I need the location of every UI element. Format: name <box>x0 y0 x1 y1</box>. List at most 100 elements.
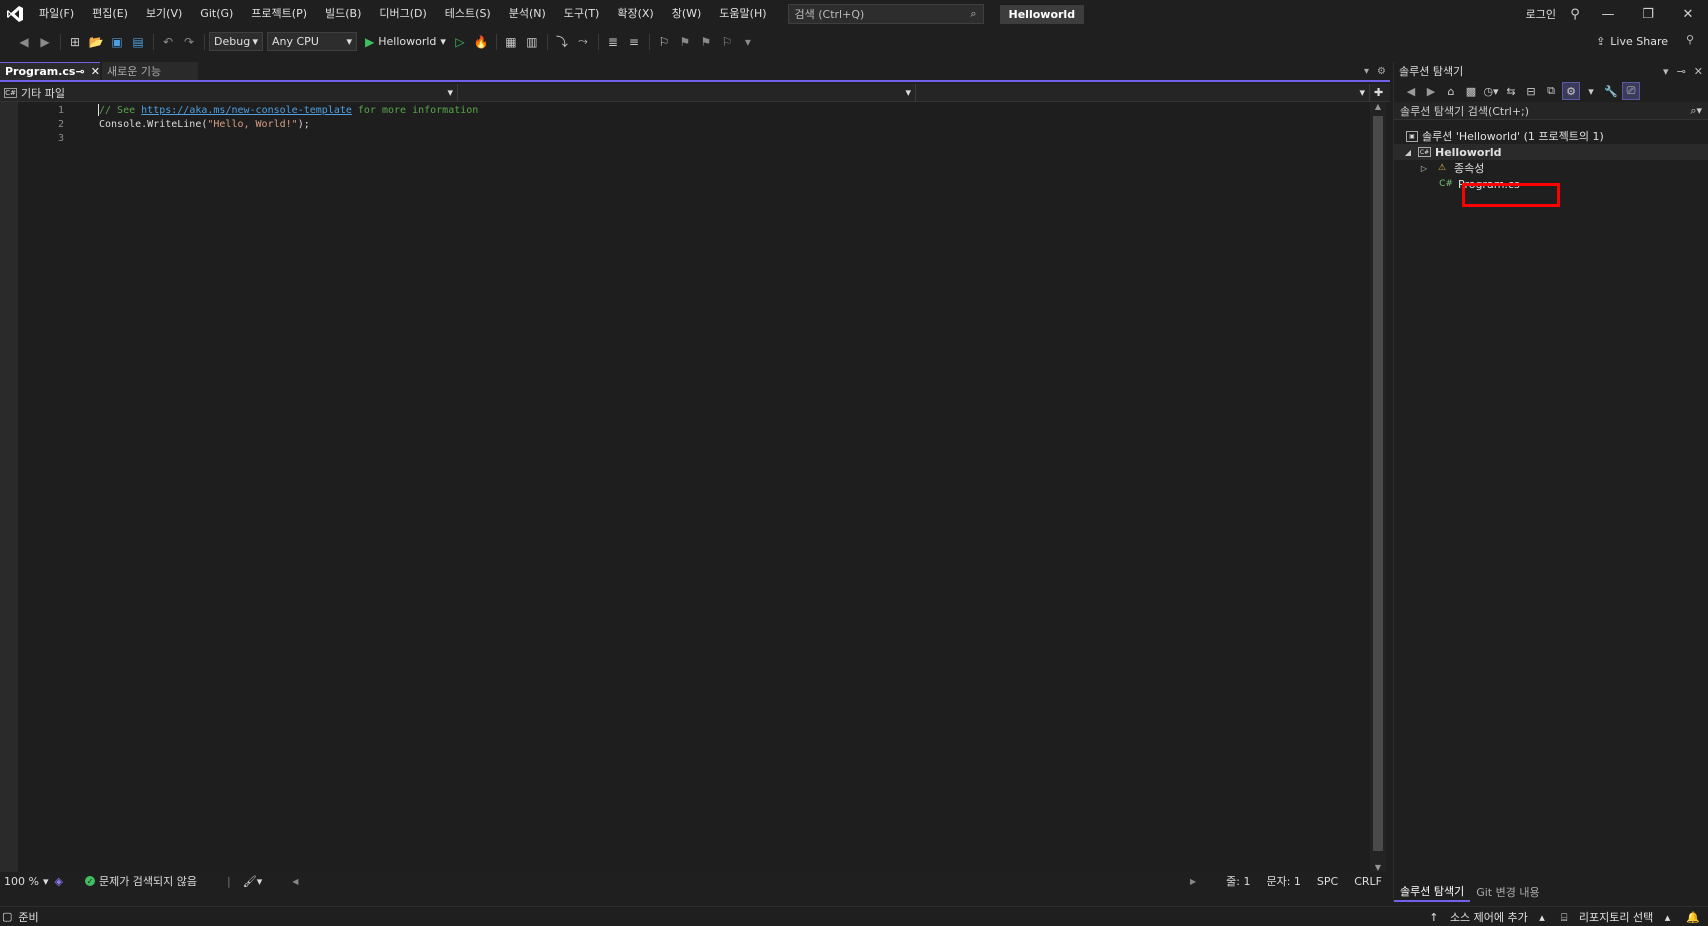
intellicode-icon[interactable]: ◈ <box>54 875 62 888</box>
menu-help[interactable]: 도움말(H) <box>710 0 775 28</box>
step-over-icon[interactable]: ⤳ <box>573 32 593 52</box>
restore-button[interactable]: ❐ <box>1628 0 1668 28</box>
close-icon[interactable]: ✕ <box>1694 65 1703 78</box>
home-icon[interactable]: ⌂ <box>1442 82 1460 100</box>
whitespace-indicator[interactable]: SPC <box>1309 875 1346 888</box>
pin-icon[interactable]: ⊸ <box>1677 65 1686 78</box>
line-ending-indicator[interactable]: CRLF <box>1346 875 1390 888</box>
bookmark-icon[interactable]: ⚐ <box>654 32 674 52</box>
chevron-down-icon[interactable]: ▾ <box>1582 82 1600 100</box>
layout-icon[interactable]: ▥ <box>522 32 542 52</box>
solution-explorer-search[interactable]: 솔루션 탐색기 검색(Ctrl+;) ⌕▾ <box>1394 102 1708 120</box>
close-icon[interactable]: ✕ <box>91 65 100 78</box>
forward-icon[interactable]: ▶ <box>1422 82 1440 100</box>
previous-bookmark-icon[interactable]: ⚑ <box>675 32 695 52</box>
scroll-left-icon[interactable]: ◀ <box>292 877 298 886</box>
toolbar-overflow-icon[interactable]: ▾ <box>738 32 758 52</box>
pin-icon[interactable]: ⊸ <box>75 65 84 78</box>
collapse-icon[interactable]: ◢ <box>1402 148 1414 157</box>
tab-overflow-icon[interactable]: ▾ <box>1364 66 1369 77</box>
menu-extensions[interactable]: 확장(X) <box>608 0 662 28</box>
template-link[interactable]: https://aka.ms/new-console-template <box>141 105 352 116</box>
new-project-icon[interactable]: ⊞ <box>65 32 85 52</box>
tree-solution-node[interactable]: ▣ 솔루션 'Helloworld' (1 프로젝트의 1) <box>1394 128 1708 144</box>
start-debugging-button[interactable]: ▶ Helloworld ▾ <box>365 35 446 49</box>
step-into-icon[interactable]: ⤵ <box>552 32 572 52</box>
member-dropdown[interactable]: ▾ <box>916 83 1370 102</box>
menu-edit[interactable]: 편집(E) <box>83 0 137 28</box>
editor-vertical-scrollbar[interactable]: ▲ ▼ <box>1370 102 1386 872</box>
tree-dependencies-node[interactable]: ▷ ⚠ 종속성 <box>1394 160 1708 176</box>
scroll-up-icon[interactable]: ▲ <box>1370 102 1386 111</box>
gear-icon[interactable]: ⚙ <box>1377 66 1386 77</box>
tab-git-changes[interactable]: Git 변경 내용 <box>1470 882 1545 902</box>
output-window-icon[interactable]: ▢ <box>2 910 12 923</box>
scroll-down-icon[interactable]: ▼ <box>1370 863 1386 872</box>
clear-bookmarks-icon[interactable]: ⚐ <box>717 32 737 52</box>
properties-icon[interactable]: 🔧 <box>1602 82 1620 100</box>
zoom-dropdown[interactable]: 100 % ▾ <box>0 875 48 888</box>
browse-folder-icon[interactable]: ▦ <box>501 32 521 52</box>
account-settings-icon[interactable]: ⚲ <box>1562 0 1588 28</box>
editor-gutter[interactable] <box>0 102 18 872</box>
menu-project[interactable]: 프로젝트(P) <box>242 0 316 28</box>
save-all-icon[interactable]: ▤ <box>128 32 148 52</box>
project-context-dropdown[interactable]: C# 기타 파일 ▾ <box>0 83 458 102</box>
next-bookmark-icon[interactable]: ⚑ <box>696 32 716 52</box>
navigate-back-icon[interactable]: ◀ <box>14 32 34 52</box>
switch-views-icon[interactable]: ▩ <box>1462 82 1480 100</box>
undo-icon[interactable]: ↶ <box>158 32 178 52</box>
sync-icon[interactable]: ⇆ <box>1502 82 1520 100</box>
expand-icon[interactable]: ▷ <box>1418 164 1430 173</box>
visual-studio-logo-icon[interactable] <box>0 0 30 28</box>
solution-configuration-dropdown[interactable]: Debug ▾ <box>209 32 263 51</box>
menu-view[interactable]: 보기(V) <box>137 0 191 28</box>
show-all-files-icon[interactable]: ⧉ <box>1542 82 1560 100</box>
live-share-button[interactable]: ⇪ Live Share <box>1596 28 1668 55</box>
history-icon[interactable]: ◷▾ <box>1482 82 1500 100</box>
preview-icon[interactable]: ⎚ <box>1622 82 1640 100</box>
tab-solution-explorer[interactable]: 솔루션 탐색기 <box>1394 882 1471 902</box>
notifications-bell-icon[interactable]: 🔔 <box>1678 911 1708 924</box>
tab-whats-new[interactable]: 새로운 기능 <box>102 62 198 80</box>
global-search-input[interactable]: 검색 (Ctrl+Q) ⌕ <box>787 4 984 24</box>
start-without-debugging-icon[interactable]: ▷ <box>450 32 470 52</box>
select-repository-button[interactable]: ⌸ 리포지토리 선택 ▴ <box>1553 909 1678 925</box>
tree-project-node[interactable]: ◢ C# Helloworld <box>1394 144 1708 160</box>
menu-analyze[interactable]: 분석(N) <box>500 0 555 28</box>
add-to-source-control-button[interactable]: ↑ 소스 제어에 추가 ▴ <box>1421 909 1553 925</box>
uncomment-lines-icon[interactable]: ≡ <box>624 32 644 52</box>
code-cleanup-icon[interactable]: 🖌▾ <box>243 875 263 888</box>
menu-tools[interactable]: 도구(T) <box>555 0 609 28</box>
menu-window[interactable]: 창(W) <box>663 0 711 28</box>
open-file-icon[interactable]: 📂 <box>86 32 106 52</box>
solution-platform-dropdown[interactable]: Any CPU ▾ <box>267 32 357 51</box>
menu-file[interactable]: 파일(F) <box>30 0 83 28</box>
column-indicator[interactable]: 문자: 1 <box>1258 873 1308 889</box>
split-editor-icon[interactable]: ✚ <box>1374 86 1383 99</box>
minimize-button[interactable]: — <box>1588 0 1628 28</box>
line-indicator[interactable]: 줄: 1 <box>1218 873 1258 889</box>
chevron-down-icon[interactable]: ▾ <box>1663 65 1669 78</box>
tab-program-cs[interactable]: Program.cs ⊸ ✕ <box>0 62 100 80</box>
close-window-button[interactable]: ✕ <box>1668 0 1708 28</box>
scroll-right-icon[interactable]: ▶ <box>1182 877 1204 886</box>
scrollbar-thumb[interactable] <box>1373 116 1383 851</box>
menu-debug[interactable]: 디버그(D) <box>370 0 435 28</box>
type-dropdown[interactable]: ▾ <box>458 83 916 102</box>
back-icon[interactable]: ◀ <box>1402 82 1420 100</box>
hot-reload-icon[interactable]: 🔥 <box>471 32 491 52</box>
navigate-forward-icon[interactable]: ▶ <box>35 32 55 52</box>
redo-icon[interactable]: ↷ <box>179 32 199 52</box>
filter-icon[interactable]: ⚙ <box>1562 82 1580 100</box>
menu-test[interactable]: 테스트(S) <box>436 0 500 28</box>
code-editor[interactable]: 1 // See https://aka.ms/new-console-temp… <box>0 102 1370 872</box>
collapse-all-icon[interactable]: ⊟ <box>1522 82 1540 100</box>
login-button[interactable]: 로그인 <box>1526 6 1556 22</box>
menu-build[interactable]: 빌드(B) <box>316 0 370 28</box>
issues-indicator[interactable]: ✓ 문제가 검색되지 않음 <box>84 873 197 889</box>
save-icon[interactable]: ▣ <box>107 32 127 52</box>
menu-git[interactable]: Git(G) <box>191 0 242 28</box>
comment-lines-icon[interactable]: ≣ <box>603 32 623 52</box>
feedback-icon[interactable]: ⚲ <box>1686 33 1694 46</box>
